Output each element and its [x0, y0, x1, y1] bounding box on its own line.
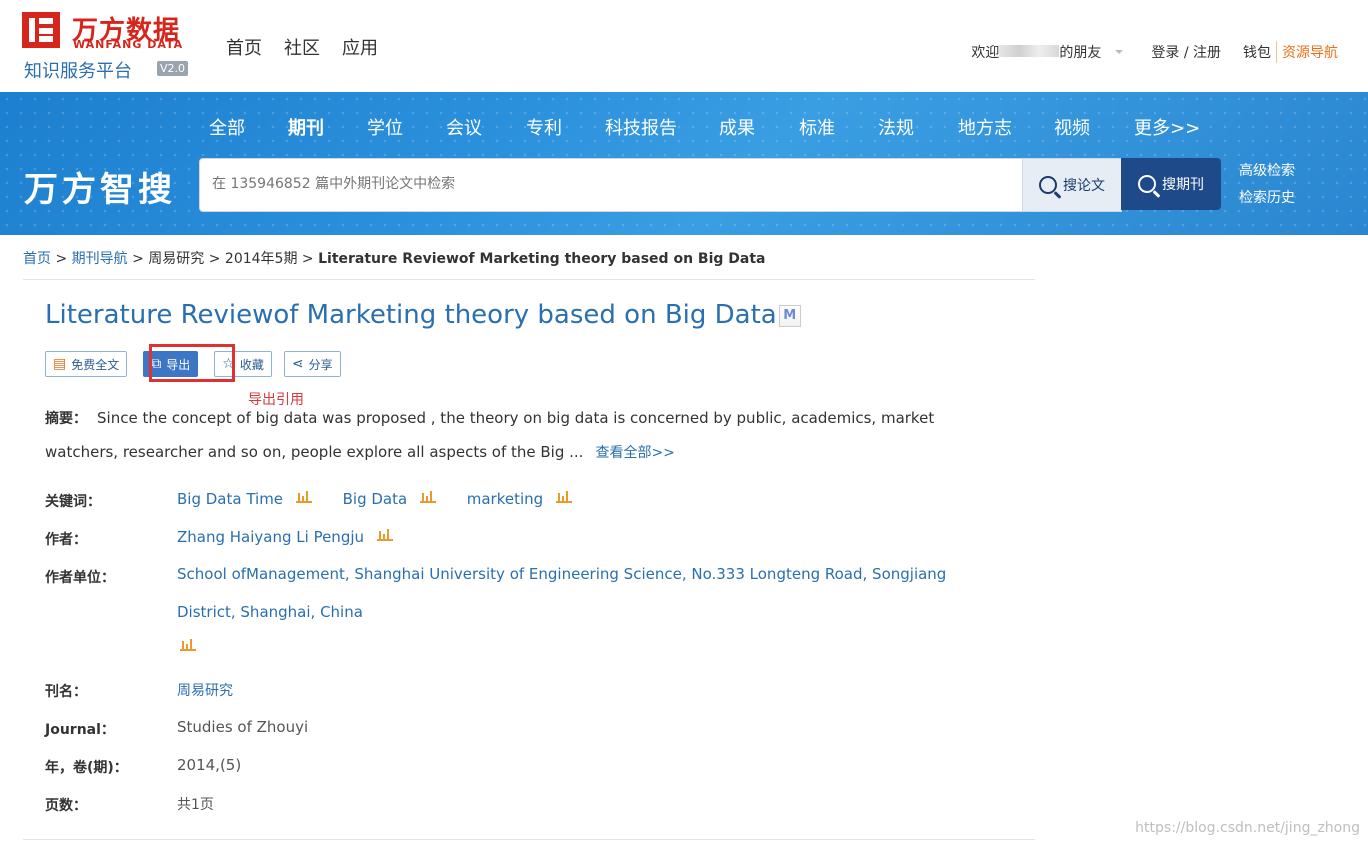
tab-patent[interactable]: 专利: [526, 114, 605, 140]
search-banner: 全部 期刊 学位 会议 专利 科技报告 成果 标准 法规 地方志 视频 更多>>…: [0, 92, 1368, 235]
tab-law[interactable]: 法规: [878, 114, 958, 140]
affiliation-label: 作者单位：: [45, 570, 115, 586]
top-nav: 首页 社区 应用: [226, 34, 378, 60]
journal-en-label: Journal：: [45, 722, 115, 738]
keyword-link[interactable]: Big Data: [343, 490, 408, 508]
mendeley-icon[interactable]: M: [778, 304, 801, 327]
tab-more[interactable]: 更多>>: [1134, 114, 1200, 140]
abstract: 摘要： Since the concept of big data was pro…: [45, 402, 1005, 470]
divider: [1276, 41, 1277, 63]
tab-conference[interactable]: 会议: [446, 114, 526, 140]
highlight-box: [149, 344, 235, 382]
wallet-link[interactable]: 钱包: [1243, 42, 1271, 62]
breadcrumb-home[interactable]: 首页: [23, 251, 51, 267]
bar-chart-icon[interactable]: [295, 489, 312, 503]
chevron-down-icon[interactable]: [1115, 50, 1124, 54]
tab-all[interactable]: 全部: [209, 114, 288, 140]
search-icon: [1138, 175, 1156, 193]
tab-tech-report[interactable]: 科技报告: [605, 114, 719, 140]
search-input[interactable]: [210, 175, 994, 193]
divider: [23, 279, 1035, 280]
search-icon: [1039, 176, 1057, 194]
pages-value: 共1页: [177, 797, 214, 813]
journal-en-value: Studies of Zhouyi: [177, 718, 309, 736]
version-badge: V2.0: [157, 61, 189, 76]
authors-value: Zhang Haiyang Li Pengju: [177, 527, 393, 546]
search-paper-button[interactable]: 搜论文: [1022, 158, 1122, 212]
nav-apps[interactable]: 应用: [342, 34, 378, 60]
view-all-link[interactable]: 查看全部>>: [595, 445, 674, 461]
abstract-text: Since the concept of big data was propos…: [45, 409, 935, 461]
keywords-list: Big Data Time Big Data marketing: [177, 489, 572, 508]
category-tabs: 全部 期刊 学位 会议 专利 科技报告 成果 标准 法规 地方志 视频 更多>>: [209, 114, 1200, 140]
pages-label: 页数：: [45, 798, 87, 814]
user-bar: 欢迎 的朋友 登录 / 注册 钱包 资源导航: [971, 41, 1338, 63]
keywords-label: 关键词：: [45, 494, 101, 510]
keyword-link[interactable]: Big Data Time: [177, 490, 283, 508]
wanfang-logo-icon: [22, 12, 60, 48]
breadcrumb-current: Literature Reviewof Marketing theory bas…: [318, 251, 766, 267]
article-title: Literature Reviewof Marketing theory bas…: [45, 300, 801, 330]
tab-journal[interactable]: 期刊: [288, 114, 367, 140]
blurred-username: [999, 45, 1060, 57]
watermark: https://blog.csdn.net/jing_zhong: [1135, 820, 1360, 836]
authors-label: 作者：: [45, 532, 87, 548]
year-label: 年，卷(期)：: [45, 760, 128, 776]
resource-nav-link[interactable]: 资源导航: [1282, 42, 1338, 62]
breadcrumb: 首页 > 期刊导航 > 周易研究 > 2014年5期 > Literature …: [23, 251, 766, 267]
nav-home[interactable]: 首页: [226, 34, 262, 60]
affiliation-line-2[interactable]: District, Shanghai, China: [177, 603, 363, 621]
top-bar: 万方数据 WANFANG DATA 知识服务平台 V2.0 首页 社区 应用 欢…: [0, 0, 1368, 92]
search-brand: 万方智搜: [24, 170, 176, 210]
author-link[interactable]: Zhang Haiyang Li Pengju: [177, 528, 364, 546]
share-button[interactable]: ⋖ 分享: [283, 351, 341, 377]
advanced-search-link[interactable]: 高级检索: [1239, 158, 1295, 185]
tab-local-chronicle[interactable]: 地方志: [958, 114, 1054, 140]
welcome-suffix[interactable]: 的朋友: [1059, 42, 1101, 62]
search-links: 高级检索 检索历史: [1239, 158, 1295, 212]
breadcrumb-journal[interactable]: 周易研究: [148, 251, 204, 267]
tab-video[interactable]: 视频: [1054, 114, 1134, 140]
search-journal-button[interactable]: 搜期刊: [1121, 158, 1221, 210]
bar-chart-icon[interactable]: [376, 527, 393, 541]
logo-subtitle: 知识服务平台: [24, 61, 132, 82]
bar-chart-icon[interactable]: [555, 489, 572, 503]
abstract-label: 摘要：: [45, 411, 87, 427]
login-register-link[interactable]: 登录 / 注册: [1151, 42, 1221, 62]
logo-english: WANFANG DATA: [73, 38, 184, 51]
share-icon: ⋖: [291, 356, 304, 372]
breadcrumb-journal-nav[interactable]: 期刊导航: [72, 251, 128, 267]
free-pdf-icon: ▤: [53, 356, 67, 372]
nav-community[interactable]: 社区: [284, 34, 320, 60]
year-value: 2014,(5): [177, 756, 242, 774]
tab-standard[interactable]: 标准: [799, 114, 878, 140]
keyword-link[interactable]: marketing: [467, 490, 543, 508]
divider: [23, 839, 1035, 840]
tab-achievement[interactable]: 成果: [719, 114, 799, 140]
breadcrumb-issue[interactable]: 2014年5期: [225, 251, 298, 267]
bar-chart-icon[interactable]: [180, 637, 196, 651]
search-history-link[interactable]: 检索历史: [1239, 185, 1295, 212]
tab-degree[interactable]: 学位: [367, 114, 446, 140]
affiliation-stats: [177, 637, 196, 656]
welcome-prefix: 欢迎: [971, 45, 1000, 61]
affiliation-line-1[interactable]: School ofManagement, Shanghai University…: [177, 565, 946, 583]
free-fulltext-button[interactable]: ▤ 免费全文: [45, 351, 128, 377]
bar-chart-icon[interactable]: [419, 489, 436, 503]
journal-cn-label: 刊名：: [45, 684, 87, 700]
journal-cn-link[interactable]: 周易研究: [177, 680, 233, 700]
search-box: [199, 158, 1023, 212]
